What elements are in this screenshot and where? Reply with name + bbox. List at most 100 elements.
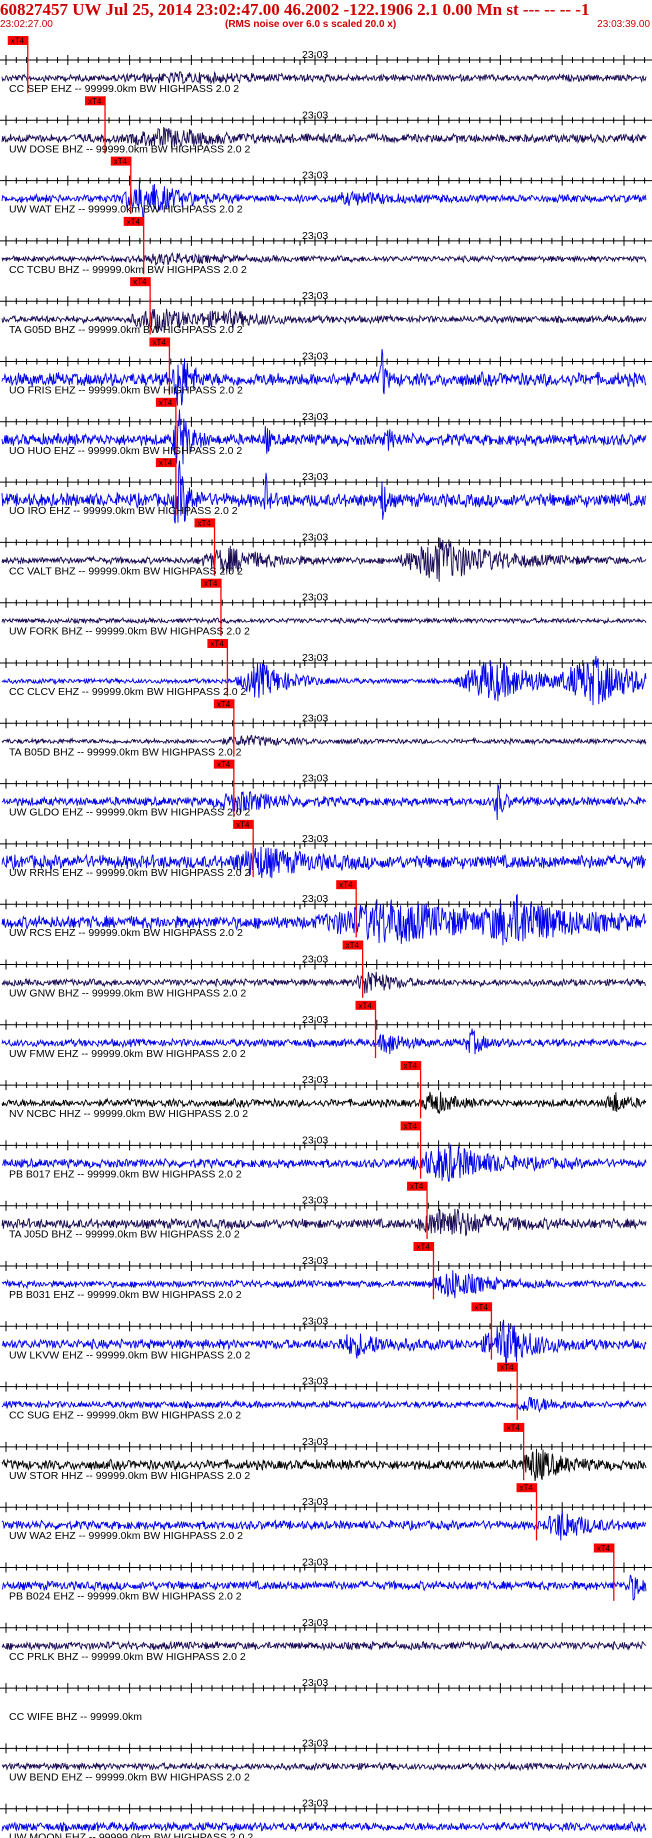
trace-row: 23:03 xT4 CC SUG EHZ -- 99999.0km BW HIGHP… bbox=[0, 1362, 652, 1422]
minute-label: 23:03 bbox=[302, 109, 328, 121]
minute-label: 23:03 bbox=[302, 170, 328, 182]
minute-label: 23:03 bbox=[302, 471, 328, 483]
trace-row: 23:03 UW BEND EHZ -- 99999.0km BW HIGHPAS… bbox=[0, 1737, 652, 1783]
minute-label: 23:03 bbox=[302, 1496, 328, 1508]
pick-label: xT4 bbox=[217, 700, 231, 709]
minute-label: 23:03 bbox=[302, 1436, 328, 1448]
channel-label: PB B017 EHZ -- 99999.0km BW HIGHPASS 2.0… bbox=[9, 1168, 242, 1180]
trace-row: 23:03 xT4 UW GLDO EHZ -- 99999.0km BW HIGH… bbox=[0, 759, 652, 821]
minute-label: 23:03 bbox=[302, 773, 328, 785]
trace-row: 23:03 xT4 PB B024 EHZ -- 99999.0km BW HIGH… bbox=[0, 1543, 652, 1603]
pick-label: xT4 bbox=[359, 1001, 373, 1010]
minute-label: 23:03 bbox=[302, 1195, 328, 1207]
channel-label: UO IRO EHZ -- 99999.0km BW HIGHPASS 2.0 … bbox=[9, 505, 238, 517]
channel-label: UW FMW EHZ -- 99999.0km BW HIGHPASS 2.0 … bbox=[9, 1048, 246, 1060]
minute-label: 23:03 bbox=[302, 230, 328, 242]
trace-row: 23:03 xT4 UW GNW BHZ -- 99999.0km BW HIGHP… bbox=[0, 940, 652, 1000]
channel-label: CC SEP EHZ -- 99999.0km BW HIGHPASS 2.0 … bbox=[9, 83, 239, 95]
channel-label: UW FORK BHZ -- 99999.0km BW HIGHPASS 2.0… bbox=[9, 626, 250, 638]
minute-label: 23:03 bbox=[302, 1134, 328, 1146]
pick-label: xT4 bbox=[416, 1243, 430, 1252]
trace-row: 23:03 xT4 NV NCBC HHZ -- 99999.0km BW HIGH… bbox=[0, 1061, 652, 1120]
trace-row: 23:03 xT4 UO IRO EHZ -- 99999.0km BW HIGHP… bbox=[0, 458, 652, 524]
waveform bbox=[1, 616, 647, 625]
pick-label: xT4 bbox=[520, 1484, 534, 1493]
waveform bbox=[1, 1820, 647, 1833]
channel-label: PB B024 EHZ -- 99999.0km BW HIGHPASS 2.0… bbox=[9, 1591, 242, 1603]
minute-label: 23:03 bbox=[302, 411, 328, 423]
pick-label: xT4 bbox=[11, 37, 25, 46]
trace-row: 23:03 xT4 TA G05D BHZ -- 99999.0km BW HIGH… bbox=[0, 277, 652, 336]
pick-label: xT4 bbox=[507, 1423, 521, 1432]
minute-label: 23:03 bbox=[302, 833, 328, 845]
pick-label: xT4 bbox=[500, 1363, 514, 1372]
channel-label: TA G05D BHZ -- 99999.0km BW HIGHPASS 2.0… bbox=[9, 324, 243, 336]
channel-label: TA B05D BHZ -- 99999.0km BW HIGHPASS 2.0… bbox=[9, 746, 242, 758]
trace-row: 23:03 xT4 UW FORK BHZ -- 99999.0km BW HIGH… bbox=[0, 578, 652, 638]
channel-label: UW WA2 EHZ -- 99999.0km BW HIGHPASS 2.0 … bbox=[9, 1530, 243, 1542]
pick-label: xT4 bbox=[404, 1122, 418, 1131]
channel-label: UW DOSE BHZ -- 99999.0km BW HIGHPASS 2.0… bbox=[9, 143, 251, 155]
waveform bbox=[1, 734, 647, 747]
seismogram-plot: 23:03 xT4 CC SEP EHZ -- 99999.0km BW HIGHP… bbox=[0, 36, 652, 1838]
pick-label: xT4 bbox=[159, 459, 173, 468]
trace-row: 23:03 xT4 UW RRHS EHZ -- 99999.0km BW HIGH… bbox=[0, 819, 652, 879]
pick-label: xT4 bbox=[127, 217, 141, 226]
minute-label: 23:03 bbox=[302, 592, 328, 604]
channel-label: PB B031 EHZ -- 99999.0km BW HIGHPASS 2.0… bbox=[9, 1289, 242, 1301]
pick-label: xT4 bbox=[210, 640, 224, 649]
channel-label: UW RRHS EHZ -- 99999.0km BW HIGHPASS 2.0… bbox=[9, 867, 251, 879]
end-time: 23:03:39.00 bbox=[597, 19, 650, 30]
channel-label: CC SUG EHZ -- 99999.0km BW HIGHPASS 2.0 … bbox=[9, 1410, 241, 1422]
trace-row: 23:03 xT4 CC TCBU BHZ -- 99999.0km BW HIGH… bbox=[0, 216, 652, 276]
channel-label: CC CLCV EHZ -- 99999.0km BW HIGHPASS 2.0… bbox=[9, 686, 246, 698]
minute-label: 23:03 bbox=[302, 1617, 328, 1629]
minute-label: 23:03 bbox=[302, 1014, 328, 1026]
pick-label: xT4 bbox=[236, 820, 250, 829]
channel-label: CC TCBU BHZ -- 99999.0km BW HIGHPASS 2.0… bbox=[9, 264, 247, 276]
minute-label: 23:03 bbox=[302, 954, 328, 966]
pick-label: xT4 bbox=[88, 97, 102, 106]
trace-row: 23:03 CC PRLK BHZ -- 99999.0km BW HIGHPAS… bbox=[0, 1617, 652, 1663]
pick-label: xT4 bbox=[152, 338, 166, 347]
trace-row: 23:03 xT4 CC VALT BHZ -- 99999.0km BW HIGH… bbox=[0, 518, 652, 582]
pick-label: xT4 bbox=[114, 157, 128, 166]
channel-label: TA J05D BHZ -- 99999.0km BW HIGHPASS 2.0… bbox=[9, 1229, 240, 1241]
pick-label: xT4 bbox=[410, 1182, 424, 1191]
minute-label: 23:03 bbox=[302, 712, 328, 724]
pick-label: xT4 bbox=[198, 519, 212, 528]
event-title: 60827457 UW Jul 25, 2014 23:02:47.00 46.… bbox=[0, 0, 590, 19]
trace-row: 23:03 xT4 CC CLCV EHZ -- 99999.0km BW HIGH… bbox=[0, 639, 652, 706]
trace-row: 23:03 xT4 UW DOSE BHZ -- 99999.0km BW HIGH… bbox=[0, 96, 652, 155]
pick-label: xT4 bbox=[133, 278, 147, 287]
channel-label: CC VALT BHZ -- 99999.0km BW HIGHPASS 2.0… bbox=[9, 565, 243, 577]
minute-label: 23:03 bbox=[302, 531, 328, 543]
pick-label: xT4 bbox=[204, 579, 218, 588]
trace-row: 23:03 xT4 TA J05D BHZ -- 99999.0km BW HIGH… bbox=[0, 1181, 652, 1241]
pick-label: xT4 bbox=[597, 1544, 611, 1553]
minute-label: 23:03 bbox=[302, 652, 328, 664]
minute-label: 23:03 bbox=[302, 1798, 328, 1810]
rms-note: (RMS noise over 6.0 s scaled 20.0 x) bbox=[225, 19, 397, 30]
pick-label: xT4 bbox=[346, 941, 360, 950]
minute-label: 23:03 bbox=[302, 1376, 328, 1388]
trace-row: 23:03 xT4 UW WA2 EHZ -- 99999.0km BW HIGHP… bbox=[0, 1483, 652, 1542]
trace-row: 23:03 xT4 CC SEP EHZ -- 99999.0km BW HIGHP… bbox=[0, 36, 652, 95]
trace-row: 23:03 xT4 TA B05D BHZ -- 99999.0km BW HIGH… bbox=[0, 699, 652, 758]
pick-label: xT4 bbox=[474, 1303, 488, 1312]
channel-label: CC WIFE BHZ -- 99999.0km bbox=[9, 1711, 142, 1723]
trace-row: 23:03 xT4 UW STOR HHZ -- 99999.0km BW HIGH… bbox=[0, 1422, 652, 1482]
trace-row: 23:03 xT4 UW LKVW EHZ -- 99999.0km BW HIGH… bbox=[0, 1302, 652, 1367]
channel-label: UO FRIS EHZ -- 99999.0km BW HIGHPASS 2.0… bbox=[9, 385, 243, 397]
minute-label: 23:03 bbox=[302, 1737, 328, 1749]
trace-row: 23:03 xT4 UW FMW EHZ -- 99999.0km BW HIGHP… bbox=[0, 1000, 652, 1060]
trace-row: 23:03 xT4 UW RCS EHZ -- 99999.0km BW HIGHP… bbox=[0, 880, 652, 946]
pick-label: xT4 bbox=[404, 1062, 418, 1071]
trace-row: 23:03 xT4 UW WAT EHZ -- 99999.0km BW HIGHP… bbox=[0, 156, 652, 220]
header: 60827457 UW Jul 25, 2014 23:02:47.00 46.… bbox=[0, 0, 652, 36]
start-time: 23:02:27.00 bbox=[0, 19, 53, 30]
channel-label: CC PRLK BHZ -- 99999.0km BW HIGHPASS 2.0… bbox=[9, 1651, 246, 1663]
minute-label: 23:03 bbox=[302, 351, 328, 363]
channel-label: UW WAT EHZ -- 99999.0km BW HIGHPASS 2.0 … bbox=[9, 204, 243, 216]
minute-label: 23:03 bbox=[302, 49, 328, 61]
